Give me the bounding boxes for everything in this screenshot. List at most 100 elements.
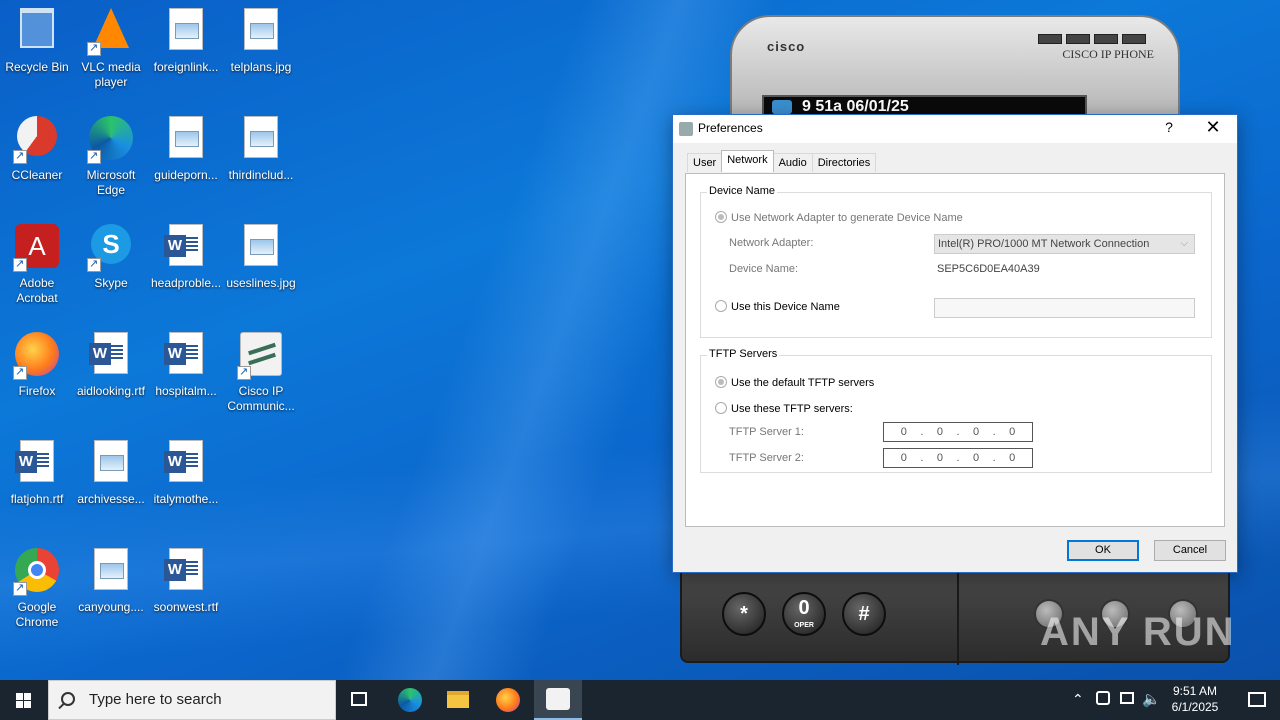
desktop-icon[interactable]: Cisco IP Communic... (223, 328, 299, 414)
desktop-icon-label: Adobe Acrobat (16, 276, 58, 305)
tftp-server1-input[interactable]: 0.0.0.0 (883, 422, 1033, 442)
acrobat-icon: A (13, 224, 61, 272)
desktop-icon[interactable]: Whospitalm... (148, 328, 224, 399)
search-placeholder: Type here to search (89, 691, 222, 708)
phone-brand: CISCO IP PHONE (1062, 47, 1154, 61)
close-button[interactable]: ✕ (1201, 117, 1225, 138)
shortcut-arrow-icon (13, 581, 27, 596)
desktop-icon[interactable]: Waidlooking.rtf (73, 328, 149, 399)
device-name-value: SEP5C6D0EA40A39 (937, 263, 1040, 275)
desktop-icon[interactable]: CCleaner (0, 112, 75, 183)
custom-tftp-radio[interactable]: Use these TFTP servers: (715, 402, 853, 415)
desktop-icon[interactable]: VLC media player (73, 4, 149, 90)
desktop-icon[interactable]: guideporn... (148, 112, 224, 183)
desktop-icon[interactable]: Witalymothe... (148, 436, 224, 507)
clock[interactable]: 9:51 AM 6/1/2025 (1160, 683, 1230, 715)
skype-icon: S (87, 224, 135, 272)
taskbar: Type here to search ⌃ 🔈 9:51 AM 6/1/2025 (0, 680, 1280, 720)
ccleaner-icon (13, 116, 61, 164)
phone-screen-text: 9 51a 06/01/25 (802, 98, 909, 115)
desktop-icon[interactable]: canyoung.... (73, 544, 149, 615)
desktop-icon[interactable]: telplans.jpg (223, 4, 299, 75)
desktop-icon-label: guideporn... (154, 168, 218, 182)
desktop-icon[interactable]: useslines.jpg (223, 220, 299, 291)
use-adapter-radio[interactable]: Use Network Adapter to generate Device N… (715, 211, 963, 224)
tftp-server2-input[interactable]: 0.0.0.0 (883, 448, 1033, 468)
desktop-icon-label: telplans.jpg (230, 60, 292, 74)
desktop-icon[interactable]: S Skype (73, 220, 149, 291)
image-file-icon (87, 548, 135, 596)
use-this-name-radio[interactable]: Use this Device Name (715, 300, 840, 313)
default-tftp-radio[interactable]: Use the default TFTP servers (715, 376, 874, 389)
word-document-icon: W (162, 548, 210, 596)
notification-icon[interactable] (1248, 692, 1266, 707)
edge-taskbar-icon[interactable] (386, 680, 434, 720)
desktop-icon[interactable]: Wflatjohn.rtf (0, 436, 75, 507)
phone-key-hash[interactable]: # (842, 592, 886, 636)
word-document-icon: W (162, 332, 210, 380)
tab-network[interactable]: Network (721, 150, 774, 172)
monitor-icon[interactable] (1120, 692, 1134, 704)
desktop-icon-label: CCleaner (11, 168, 63, 182)
desktop-icon-label: hospitalm... (155, 384, 217, 398)
shortcut-arrow-icon (13, 149, 27, 164)
desktop-icon[interactable]: thirdinclud... (223, 112, 299, 183)
start-button[interactable] (0, 680, 48, 720)
desktop-icon[interactable]: foreignlink... (148, 4, 224, 75)
phone-window-buttons[interactable] (1038, 34, 1146, 44)
phone-key-star[interactable]: * (722, 592, 766, 636)
desktop-icon-label: Recycle Bin (5, 60, 69, 74)
group-title: TFTP Servers (707, 348, 780, 360)
word-document-icon: W (162, 440, 210, 488)
tab-audio[interactable]: Audio (772, 153, 813, 172)
clock-time: 9:51 AM (1172, 684, 1218, 698)
network-adapter-label: Network Adapter: (729, 237, 814, 249)
task-view-icon[interactable] (336, 680, 384, 720)
desktop-icon-label: aidlooking.rtf (76, 384, 146, 398)
desktop-icon[interactable]: Wsoonwest.rtf (148, 544, 224, 615)
word-document-icon: W (87, 332, 135, 380)
phone-icon (772, 100, 792, 114)
taskbar-search[interactable]: Type here to search (48, 680, 336, 720)
desktop-icon[interactable]: archivesse... (73, 436, 149, 507)
recycle-bin-icon (13, 8, 61, 56)
desktop-icon[interactable]: Google Chrome (0, 544, 75, 630)
chevron-down-icon: ⌵ (1180, 238, 1188, 249)
group-title: Device Name (707, 185, 778, 197)
file-explorer-icon[interactable] (434, 680, 482, 720)
cisco-communicator-icon (237, 332, 285, 380)
clock-date: 6/1/2025 (1171, 700, 1219, 714)
network-tab-panel: Device Name Use Network Adapter to gener… (685, 173, 1225, 527)
desktop-icon[interactable]: Recycle Bin (0, 4, 75, 75)
network-status-icon[interactable] (1096, 691, 1110, 705)
dialog-titlebar[interactable]: Preferences ? ✕ (673, 115, 1237, 143)
tab-user[interactable]: User (687, 153, 723, 172)
tab-directories[interactable]: Directories (811, 153, 877, 172)
desktop-icon-label: soonwest.rtf (153, 600, 219, 614)
phone-key-zero[interactable]: 0 OPER (782, 592, 826, 636)
desktop-icon-label: Microsoft Edge (86, 168, 136, 197)
desktop-icon-label: archivesse... (77, 492, 145, 506)
device-name-group: Device Name Use Network Adapter to gener… (700, 185, 1212, 338)
cisco-taskbar-icon[interactable] (534, 680, 582, 720)
help-button[interactable]: ? (1159, 119, 1179, 135)
device-name-input[interactable] (934, 298, 1195, 318)
firefox-taskbar-icon[interactable] (484, 680, 532, 720)
shortcut-arrow-icon (87, 41, 101, 56)
search-icon (61, 692, 75, 706)
image-file-icon (237, 8, 285, 56)
volume-icon[interactable]: 🔈 (1142, 690, 1161, 708)
tab-strip: User Network Audio Directories (687, 150, 877, 172)
desktop-icon[interactable]: Microsoft Edge (73, 112, 149, 198)
chevron-up-icon[interactable]: ⌃ (1072, 691, 1084, 708)
ok-button[interactable]: OK (1067, 540, 1139, 561)
desktop-icon-label: thirdinclud... (228, 168, 294, 182)
shortcut-arrow-icon (87, 149, 101, 164)
network-adapter-select[interactable]: Intel(R) PRO/1000 MT Network Connection … (934, 234, 1195, 254)
desktop-icon[interactable]: A Adobe Acrobat (0, 220, 75, 306)
shortcut-arrow-icon (237, 365, 251, 380)
desktop-icon[interactable]: Wheadproble... (148, 220, 224, 291)
desktop-icon[interactable]: Firefox (0, 328, 75, 399)
cancel-button[interactable]: Cancel (1154, 540, 1226, 561)
chrome-icon (13, 548, 61, 596)
